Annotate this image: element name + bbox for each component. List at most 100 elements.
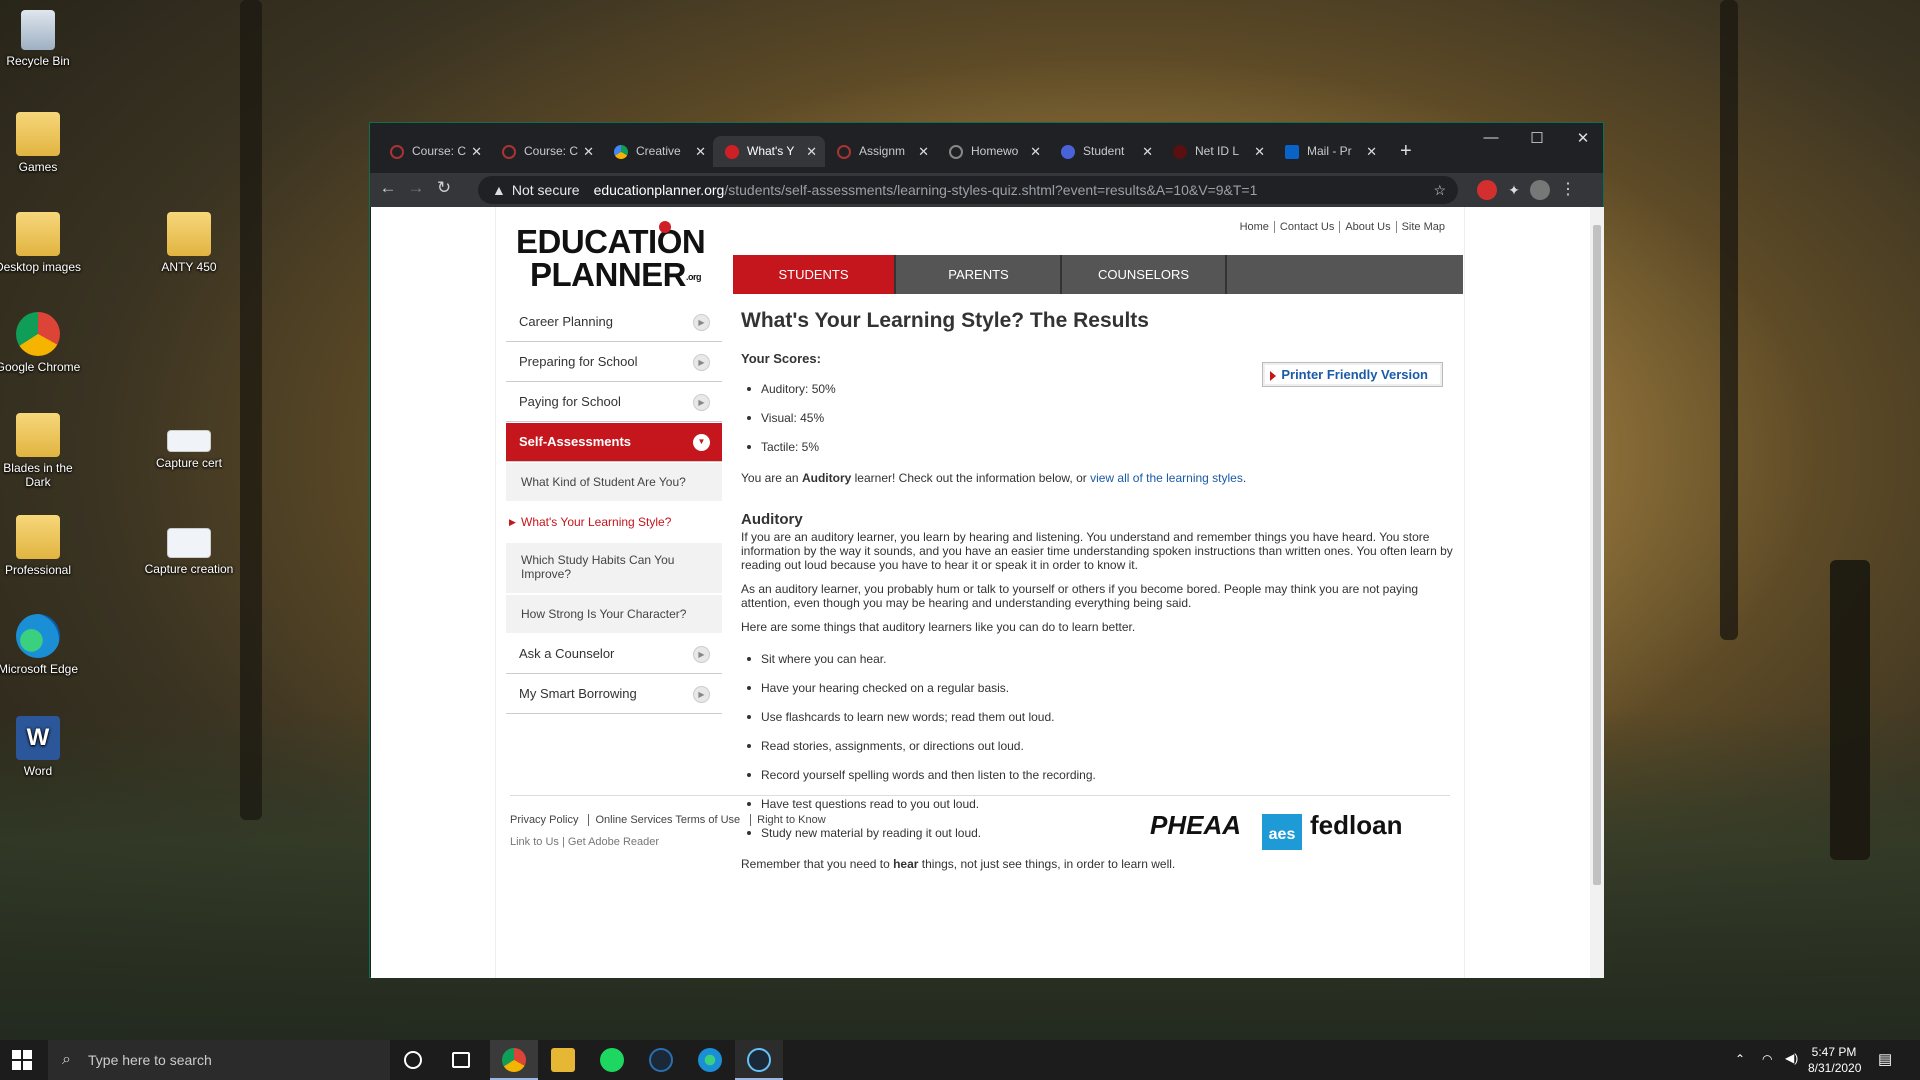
pheaa-logo[interactable]: PHEAA: [1150, 810, 1241, 841]
site-logo[interactable]: EDUCATION PLANNER.org: [516, 221, 706, 294]
sidebar-subitem-character[interactable]: How Strong Is Your Character?: [506, 594, 722, 634]
site-icon: [1173, 145, 1187, 159]
clock[interactable]: 5:47 PM 8/31/2020: [1808, 1044, 1861, 1076]
tab-creative[interactable]: Creative ✕: [602, 136, 714, 167]
desktop-icon-blades-in-the-dark[interactable]: Blades in the Dark: [0, 413, 84, 489]
section-title: Auditory: [741, 511, 803, 528]
tab-course-2[interactable]: Course: C ✕: [490, 136, 602, 167]
paragraph: As an auditory learner, you probably hum…: [741, 582, 1419, 610]
maximize-button[interactable]: ☐: [1514, 129, 1560, 147]
desktop-icon-capture-cert[interactable]: Capture cert: [143, 430, 235, 470]
link-site-map[interactable]: Site Map: [1395, 221, 1450, 233]
volume-icon[interactable]: ◀): [1785, 1051, 1798, 1065]
menu-icon[interactable]: ⋮: [1558, 180, 1578, 200]
image-file-icon: [167, 430, 211, 452]
tip-item: Read stories, assignments, or directions…: [741, 739, 1453, 768]
tab-student[interactable]: Student ✕: [1049, 136, 1161, 167]
link-home[interactable]: Home: [1235, 221, 1274, 233]
page-viewport: EDUCATION PLANNER.org Home Contact Us Abou…: [371, 207, 1604, 978]
tab-net-id[interactable]: Net ID L ✕: [1161, 136, 1273, 167]
tab-homework[interactable]: Homewo ✕: [937, 136, 1049, 167]
task-view-icon[interactable]: [452, 1052, 470, 1068]
profile-avatar[interactable]: [1530, 180, 1550, 200]
sidebar-subitem-study-habits[interactable]: Which Study Habits Can You Improve?: [506, 542, 722, 594]
close-tab-icon[interactable]: ✕: [806, 136, 817, 167]
main-content: What's Your Learning Style? The Results …: [741, 297, 1453, 871]
desktop-icon-google-chrome[interactable]: Google Chrome: [0, 312, 84, 374]
taskbar: ⌕ Type here to search ⌃ ◠ ◀) 5:47 PM 8/31/…: [0, 1040, 1920, 1080]
close-tab-icon[interactable]: ✕: [1366, 136, 1377, 167]
desktop-icon-microsoft-edge[interactable]: Microsoft Edge: [0, 614, 84, 676]
nav-students[interactable]: STUDENTS: [733, 255, 896, 294]
link-contact-us[interactable]: Contact Us: [1273, 221, 1340, 233]
close-tab-icon[interactable]: ✕: [695, 136, 706, 167]
edge-icon[interactable]: [698, 1048, 722, 1072]
back-button[interactable]: ←: [376, 178, 400, 198]
arrow-right-icon: ▶: [693, 394, 710, 411]
close-tab-icon[interactable]: ✕: [1030, 136, 1041, 167]
sidebar-item-self-assessments[interactable]: Self-Assessments ▼: [506, 422, 722, 462]
tab-course-1[interactable]: Course: C ✕: [378, 136, 490, 167]
sidebar-item-career-planning[interactable]: Career Planning ▶: [506, 302, 722, 342]
link-terms-of-use[interactable]: Online Services Terms of Use: [595, 814, 752, 826]
close-tab-icon[interactable]: ✕: [471, 136, 482, 167]
link-to-us[interactable]: Link to Us: [510, 836, 559, 848]
link-about-us[interactable]: About Us: [1339, 221, 1396, 233]
fedloan-logo[interactable]: fedloan: [1310, 810, 1402, 841]
new-tab-button[interactable]: +: [1400, 136, 1412, 167]
sidebar-item-paying-for-school[interactable]: Paying for School ▶: [506, 382, 722, 422]
start-button[interactable]: [12, 1050, 32, 1070]
spotify-icon[interactable]: [600, 1048, 624, 1072]
recycle-bin-icon: [21, 10, 55, 50]
sidebar-item-preparing-for-school[interactable]: Preparing for School ▶: [506, 342, 722, 382]
desktop-icon-recycle-bin[interactable]: Recycle Bin: [0, 10, 84, 68]
nav-parents[interactable]: PARENTS: [897, 255, 1060, 294]
desktop-icon-word[interactable]: W Word: [0, 716, 84, 778]
tab-assignment[interactable]: Assignm ✕: [825, 136, 937, 167]
tab-mail[interactable]: Mail - Pr ✕: [1273, 136, 1385, 167]
educationplanner-icon: [725, 145, 739, 159]
desktop-icon-capture-creation[interactable]: Capture creation: [143, 528, 235, 576]
forward-button[interactable]: →: [404, 178, 428, 198]
nav-counselors[interactable]: COUNSELORS: [1062, 255, 1225, 294]
steam-icon[interactable]: [649, 1048, 673, 1072]
puzzle-icon[interactable]: ✦: [1504, 180, 1524, 200]
address-bar[interactable]: ▲ Not secure educationplanner.org/students…: [478, 176, 1458, 204]
bookmark-star-icon[interactable]: ☆: [1433, 176, 1446, 204]
desktop-icon-desktop-images[interactable]: Desktop images: [0, 212, 84, 274]
wifi-icon[interactable]: ◠: [1762, 1052, 1772, 1066]
taskbar-search[interactable]: ⌕ Type here to search: [48, 1040, 390, 1080]
desktop-icon-anty-450[interactable]: ANTY 450: [143, 212, 235, 274]
scrollbar[interactable]: [1590, 207, 1604, 978]
close-tab-icon[interactable]: ✕: [1254, 136, 1265, 167]
show-hidden-icons[interactable]: ⌃: [1735, 1052, 1745, 1066]
sidebar-subitem-student-kind[interactable]: What Kind of Student Are You?: [506, 462, 722, 502]
sidebar-subitem-learning-style[interactable]: ▶ What's Your Learning Style?: [506, 502, 722, 542]
aes-logo[interactable]: aes: [1262, 814, 1302, 850]
view-all-styles-link[interactable]: view all of the learning styles: [1090, 471, 1243, 485]
close-tab-icon[interactable]: ✕: [1142, 136, 1153, 167]
notifications-icon[interactable]: ▤: [1878, 1050, 1892, 1068]
arrow-right-icon: ▶: [693, 686, 710, 703]
close-window-button[interactable]: ✕: [1560, 129, 1606, 147]
link-privacy-policy[interactable]: Privacy Policy: [510, 814, 590, 826]
link-adobe-reader[interactable]: Get Adobe Reader: [568, 836, 659, 848]
main-nav: STUDENTS PARENTS COUNSELORS: [733, 255, 1463, 294]
extension-icon[interactable]: [1477, 180, 1497, 200]
close-tab-icon[interactable]: ✕: [918, 136, 929, 167]
page-container: EDUCATION PLANNER.org Home Contact Us Abou…: [495, 207, 1465, 978]
link-right-to-know[interactable]: Right to Know: [757, 814, 835, 826]
desktop-icon-professional[interactable]: Professional: [0, 515, 84, 577]
tab-whats-your-learning-style[interactable]: What's Y ✕: [713, 136, 825, 167]
sidebar-item-ask-a-counselor[interactable]: Ask a Counselor ▶: [506, 634, 722, 674]
reload-button[interactable]: ↻: [432, 178, 456, 198]
close-tab-icon[interactable]: ✕: [583, 136, 594, 167]
scrollbar-thumb[interactable]: [1593, 225, 1601, 885]
minimize-button[interactable]: —: [1468, 129, 1514, 146]
desktop-icon-games[interactable]: Games: [0, 112, 84, 174]
steam-icon[interactable]: [747, 1048, 771, 1072]
file-explorer-icon[interactable]: [551, 1048, 575, 1072]
page-footer: Privacy Policy Online Services Terms of U…: [510, 795, 1450, 850]
cortana-icon[interactable]: [404, 1051, 422, 1069]
sidebar-item-my-smart-borrowing[interactable]: My Smart Borrowing ▶: [506, 674, 722, 714]
